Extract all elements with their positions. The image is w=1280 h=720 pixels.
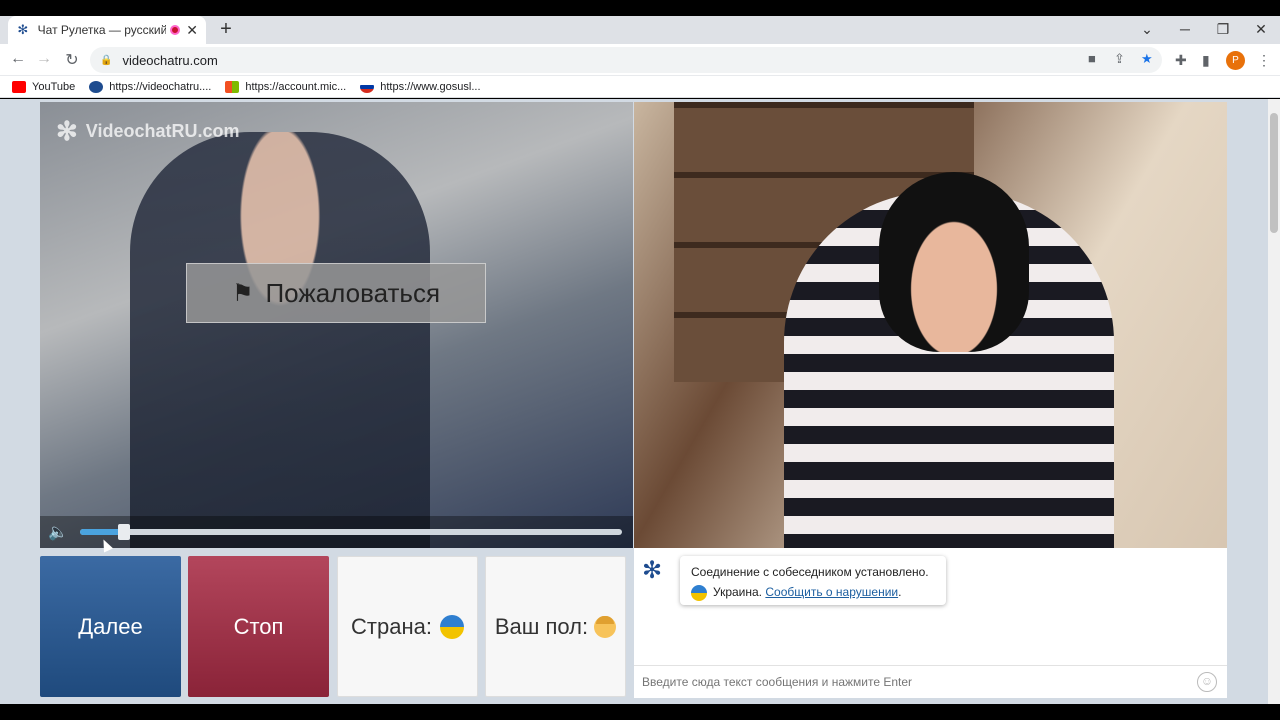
bookmark-label: https://www.gosusl... [380,80,481,93]
ukraine-flag-icon [691,584,707,601]
bottom-black-bar [0,704,1280,720]
top-black-bar [0,0,1280,16]
bookmark-star-icon[interactable]: ★ [1141,51,1153,67]
next-label: Далее [78,613,143,639]
browser-toolbar: ← → ↻ 🔒 videochatru.com ■ ⇪ ★ ✚ ▮ P ⋮ [0,44,1280,76]
scrollbar-thumb[interactable] [1270,113,1278,233]
page-scrollbar[interactable] [1268,99,1280,704]
page-content: ✻ VideochatRU.com ⚑ Пожаловаться 🔈 Далее… [0,99,1268,704]
bookmark-microsoft[interactable]: https://account.mic... [225,80,347,93]
country-label: Страна: [351,613,432,639]
maximize-icon[interactable]: ❐ [1208,16,1238,44]
flag-icon: ⚑ [231,279,254,307]
volume-knob[interactable] [117,524,130,540]
self-video-head [879,172,1029,352]
site-favicon-icon: ✻ [17,22,29,37]
url-text: videochatru.com [122,52,218,68]
system-message: Соединение с собеседником установлено. У… [680,556,946,605]
close-tab-icon[interactable]: ✕ [186,22,198,39]
period-text: . [898,585,902,599]
report-label: Пожаловаться [265,277,441,308]
extensions-icon[interactable]: ✚ [1175,52,1187,69]
female-face-icon [594,615,617,638]
bookmarks-bar: YouTube https://videochatru.... https://… [0,76,1280,98]
stop-button[interactable]: Стоп [188,556,329,697]
watermark-text: VideochatRU.com [85,121,240,141]
connection-message: Соединение с собеседником установлено. [691,565,929,579]
reload-icon[interactable]: ↻ [62,50,82,70]
sex-label: Ваш пол: [494,613,589,639]
bookmark-label: https://account.mic... [245,80,347,93]
minimize-icon[interactable]: ─ [1170,16,1200,44]
bookmark-videochatru[interactable]: https://videochatru.... [89,80,212,93]
close-window-icon[interactable]: ✕ [1246,16,1276,44]
ukraine-flag-icon [439,614,464,639]
videochat-icon [89,80,104,93]
bookmark-gosuslugi[interactable]: https://www.gosusl... [360,80,481,93]
browser-tab[interactable]: ✻ Чат Рулетка — русский вид ✕ [8,16,206,44]
new-tab-icon[interactable]: + [216,18,236,41]
forward-icon[interactable]: → [34,50,54,68]
profile-avatar[interactable]: P [1226,51,1245,70]
speaker-icon[interactable]: 🔈 [48,522,68,542]
logo-icon: ✻ [56,116,78,146]
youtube-icon [12,80,26,93]
side-panel-icon[interactable]: ▮ [1202,52,1210,69]
back-icon[interactable]: ← [8,50,28,68]
stop-label: Стоп [233,613,284,639]
recording-indicator-icon [170,25,181,35]
share-icon[interactable]: ⇪ [1114,51,1125,67]
partner-video: ✻ VideochatRU.com ⚑ Пожаловаться 🔈 [40,102,633,548]
chat-panel: ✻ Соединение с собеседником установлено.… [634,548,1227,698]
sex-button[interactable]: Ваш пол: [485,556,626,697]
microsoft-icon [225,80,240,93]
volume-bar: 🔈 [40,516,633,548]
country-button[interactable]: Страна: [337,556,478,697]
address-bar[interactable]: 🔒 videochatru.com ■ ⇪ ★ [90,47,1162,73]
emoji-icon[interactable]: ☺ [1197,672,1217,692]
report-button[interactable]: ⚑ Пожаловаться [186,263,486,323]
menu-kebab-icon[interactable]: ⋮ [1257,52,1271,69]
tab-strip: ✻ Чат Рулетка — русский вид ✕ + [0,16,1280,44]
site-watermark: ✻ VideochatRU.com [56,116,240,147]
tab-title: Чат Рулетка — русский вид [37,23,167,37]
bookmark-youtube[interactable]: YouTube [12,80,76,93]
bookmark-label: https://videochatru.... [109,80,212,93]
gosuslugi-icon [360,80,375,93]
message-input-row: ☺ [634,665,1227,698]
message-input[interactable] [642,675,1182,689]
camera-icon[interactable]: ■ [1088,51,1096,66]
next-button[interactable]: Далее [40,556,181,697]
chat-logo-icon: ✻ [642,557,663,584]
country-line: Украина. Сообщить о нарушении. [691,582,935,602]
self-video [634,102,1227,548]
volume-slider[interactable] [80,524,622,540]
country-name: Украина. [713,585,763,599]
tab-search-icon[interactable]: ⌄ [1132,16,1162,44]
report-violation-link[interactable]: Сообщить о нарушении [765,585,898,599]
lock-icon: 🔒 [100,54,113,66]
bookmark-label: YouTube [32,80,76,93]
partner-video-person [130,132,430,548]
